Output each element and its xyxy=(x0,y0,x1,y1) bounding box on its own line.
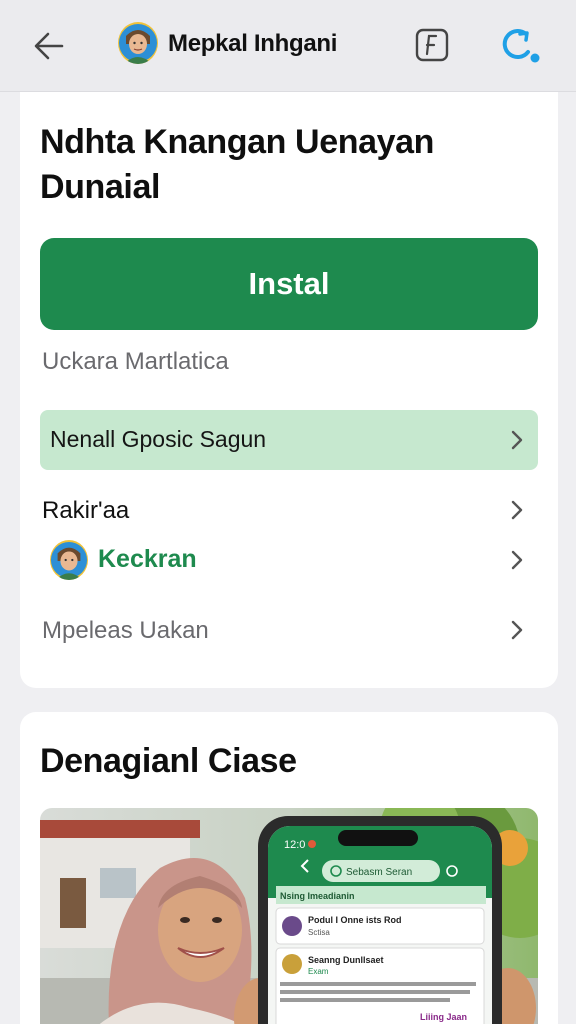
avatar xyxy=(50,540,88,580)
app-info-card: Ndhta Knangan Uenayan Dunaial Instal Uck… xyxy=(20,92,558,688)
phone-search: Sebasm Seran xyxy=(346,867,412,878)
chevron-right-icon xyxy=(511,430,523,450)
page-title: Ndhta Knangan Uenayan Dunaial xyxy=(40,123,434,206)
list-item-label: Rakir'aa xyxy=(42,497,130,524)
phone-time: 12:0 xyxy=(284,839,305,851)
refresh-button[interactable] xyxy=(496,24,542,66)
list-item-developer[interactable]: Keckran xyxy=(40,536,538,584)
tune-button[interactable] xyxy=(414,26,450,64)
app-avatar xyxy=(118,22,158,64)
phone-post-2-title: Seanng Dunllsaet xyxy=(308,955,384,965)
chevron-right-icon xyxy=(511,550,523,570)
promo-image: 12:0 Sebasm Seran Nsing Imeadianin Podul… xyxy=(40,808,538,1024)
list-item[interactable]: Rakir'aa xyxy=(40,486,538,534)
list-item-label: Mpeleas Uakan xyxy=(42,617,209,644)
list-item-label: Keckran xyxy=(98,545,197,573)
chevron-right-icon xyxy=(511,500,523,520)
install-button[interactable]: Instal xyxy=(40,238,538,330)
refresh-icon xyxy=(502,29,540,63)
section-title: Denagianl Ciase xyxy=(40,742,297,780)
top-app-bar: Mepkal Inhgani xyxy=(0,0,576,92)
back-button[interactable] xyxy=(28,26,70,66)
phone-post-1-sub: Sctisa xyxy=(308,928,330,937)
phone-post-1-title: Podul I Onne ists Rod xyxy=(308,915,402,925)
arrow-left-icon xyxy=(34,32,64,60)
developer-label: Uckara Martlatica xyxy=(42,348,229,375)
phone-post-2-link: Liiing Jaan xyxy=(420,1012,467,1022)
list-item-label: Nenall Gposic Sagun xyxy=(50,426,267,452)
list-item[interactable]: Mpeleas Uakan xyxy=(40,606,538,654)
preview-card: Denagianl Ciase 12:0 Sebasm Seran Nsing … xyxy=(20,712,558,1024)
list-item-highlighted[interactable]: Nenall Gposic Sagun xyxy=(40,410,538,470)
chevron-right-icon xyxy=(511,620,523,640)
app-title: Mepkal Inhgani xyxy=(168,30,338,57)
phone-list-header: Nsing Imeadianin xyxy=(280,891,355,901)
tune-square-icon xyxy=(415,28,449,62)
phone-post-2-tag: Exam xyxy=(308,967,329,976)
